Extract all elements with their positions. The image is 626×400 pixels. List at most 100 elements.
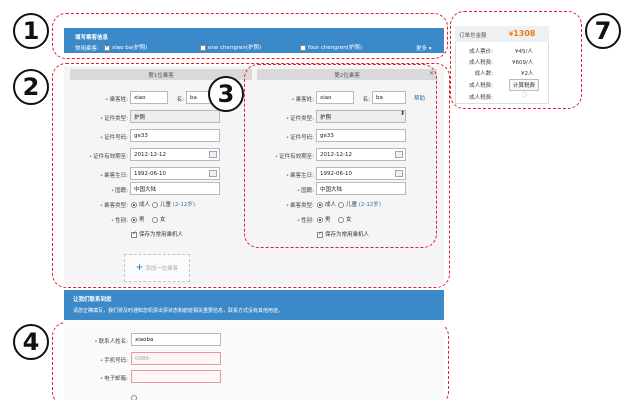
p1-child-radio[interactable]: 儿童 (2-12岁) (152, 200, 195, 208)
checkbox-icon (317, 230, 323, 238)
frequent-passenger-2-label: one chengren(护照) (208, 45, 262, 51)
order-total-amount: ¥1308 (509, 29, 535, 38)
save-label: 保存为常用乘机人 (325, 232, 370, 238)
order-total-label: 订单总金额 (459, 33, 487, 39)
frequent-passenger-1-checkbox[interactable] (104, 43, 110, 51)
help-link[interactable]: 帮助 (414, 94, 425, 102)
p1-surname-input[interactable]: xiao (130, 91, 168, 104)
frequent-passenger-1[interactable]: xiao ba(护照) (104, 43, 147, 51)
radio-icon (317, 201, 323, 208)
child-label: 儿童 (160, 202, 172, 208)
child-label: 儿童 (346, 202, 358, 208)
radio-icon (131, 394, 137, 400)
child-age-note: (2-12岁) (358, 202, 382, 208)
calendar-icon[interactable] (209, 151, 217, 158)
p2-nationality-input[interactable]: 中国大陆 (316, 182, 406, 195)
surname-label: •乘客姓: (291, 97, 314, 103)
frequent-passenger-2[interactable]: one chengren(护照) (200, 43, 261, 51)
given-name-label: 名: (176, 97, 184, 103)
surname-label-text: 乘客姓: (295, 97, 314, 103)
gender-label-text: 性别: (301, 218, 314, 224)
annotation-number-3: 3 (208, 76, 244, 112)
radio-icon (338, 216, 344, 223)
expiry-label-text: 证件有效期至: (93, 154, 128, 160)
contact-header (64, 290, 444, 320)
plus-icon: + (135, 263, 144, 273)
male-label: 男 (325, 217, 331, 223)
p2-child-radio[interactable]: 儿童 (2-12岁) (338, 200, 381, 208)
p1-expiry-input[interactable]: 2012-12-12 (130, 148, 220, 161)
phone-label-text: 手机号码: (104, 358, 128, 364)
birthday-label-text: 乘客生日: (290, 173, 314, 179)
id-number-label-text: 证件号码: (104, 135, 128, 141)
birthday-label: •乘客生日: (285, 173, 314, 179)
id-number-label-text: 证件号码: (290, 135, 314, 141)
p1-male-radio[interactable]: 男 (131, 215, 145, 223)
radio-icon (152, 201, 158, 208)
p1-nationality-input[interactable]: 中国大陆 (130, 182, 220, 195)
radio-icon (152, 216, 158, 223)
contact-name-input[interactable]: xiaoba (131, 333, 221, 346)
frequent-passenger-2-checkbox[interactable] (200, 44, 206, 51)
p1-id-number-input[interactable]: ge33 (130, 129, 220, 142)
order-row-label: 成人税费: (469, 95, 493, 101)
more-label: 更多 (416, 46, 428, 52)
child-age-note: (2-12岁) (172, 202, 196, 208)
p2-id-number-input[interactable]: ge33 (316, 129, 406, 142)
email-label: •电子邮箱: (99, 376, 128, 382)
p2-surname-input[interactable]: xiao (316, 91, 354, 104)
p2-expiry-input[interactable]: 2012-12-12 (316, 148, 406, 161)
p2-birthday-input[interactable]: 1992-06-10 (316, 167, 406, 180)
nationality-label-text: 国籍: (301, 188, 314, 194)
phone-label: •手机号码: (99, 358, 128, 364)
id-type-label-text: 证件类型: (290, 116, 314, 122)
id-number-label: •证件号码: (285, 135, 314, 141)
p2-save-checkbox[interactable]: 保存为常用乘机人 (317, 230, 369, 238)
loading-spinner-icon: ◌ (522, 91, 528, 98)
tab-passenger-1-label: 第1位乘客 (148, 72, 174, 79)
order-row-value: ¥2人 (521, 71, 534, 77)
order-row-label: 成人税费: (469, 60, 493, 66)
p1-female-radio[interactable]: 女 (152, 215, 166, 223)
p1-adult-radio[interactable]: 成人 (131, 200, 150, 208)
nationality-label: •国籍: (296, 188, 314, 194)
female-label: 女 (346, 217, 352, 223)
calendar-icon[interactable] (209, 170, 217, 177)
adult-label: 成人 (139, 202, 151, 208)
p2-id-type-select[interactable]: 护照 (316, 110, 406, 123)
pax-type-label-text: 乘客类型: (290, 203, 314, 209)
annotation-number-1: 1 (13, 13, 49, 49)
add-passenger-button[interactable]: + 添加一位乘客 (124, 254, 190, 282)
select-arrows-icon: ⬍ (400, 110, 406, 117)
contact-extra-radio[interactable] (131, 394, 139, 400)
calendar-icon[interactable] (395, 151, 403, 158)
calendar-icon[interactable] (395, 170, 403, 177)
total-value: 1308 (513, 29, 536, 38)
phone-input[interactable]: 0086- (131, 352, 221, 365)
frequent-passenger-3-checkbox[interactable] (300, 44, 306, 51)
p2-adult-radio[interactable]: 成人 (317, 200, 336, 208)
radio-icon (131, 216, 137, 223)
p1-id-type-select[interactable]: 护照 (130, 110, 220, 123)
gender-label-text: 性别: (115, 218, 128, 224)
expiry-label: •证件有效期至: (274, 154, 314, 160)
adult-label: 成人 (325, 202, 337, 208)
order-row-value: ¥609/人 (512, 60, 534, 66)
p2-female-radio[interactable]: 女 (338, 215, 352, 223)
id-type-label-text: 证件类型: (104, 116, 128, 122)
given-name-label: 名: (362, 97, 370, 103)
birthday-label-text: 乘客生日: (104, 173, 128, 179)
p2-given-input[interactable]: ba (372, 91, 406, 104)
annotation-number-4: 4 (13, 324, 49, 360)
email-input[interactable] (131, 370, 221, 383)
expiry-label: •证件有效期至: (88, 154, 128, 160)
p2-male-radio[interactable]: 男 (317, 215, 331, 223)
p1-birthday-input[interactable]: 1992-06-10 (130, 167, 220, 180)
expiry-label-text: 证件有效期至: (279, 154, 314, 160)
frequent-passenger-3[interactable]: four chengren(护照) (300, 43, 362, 51)
p1-save-checkbox[interactable]: 保存为常用乘机人 (131, 230, 183, 238)
email-label-text: 电子邮箱: (104, 376, 128, 382)
more-passengers-link[interactable]: 更多 ▾ (416, 44, 432, 52)
calculate-tax-button[interactable]: 计算税费 (509, 79, 540, 91)
add-passenger-label: 添加一位乘客 (145, 266, 179, 272)
